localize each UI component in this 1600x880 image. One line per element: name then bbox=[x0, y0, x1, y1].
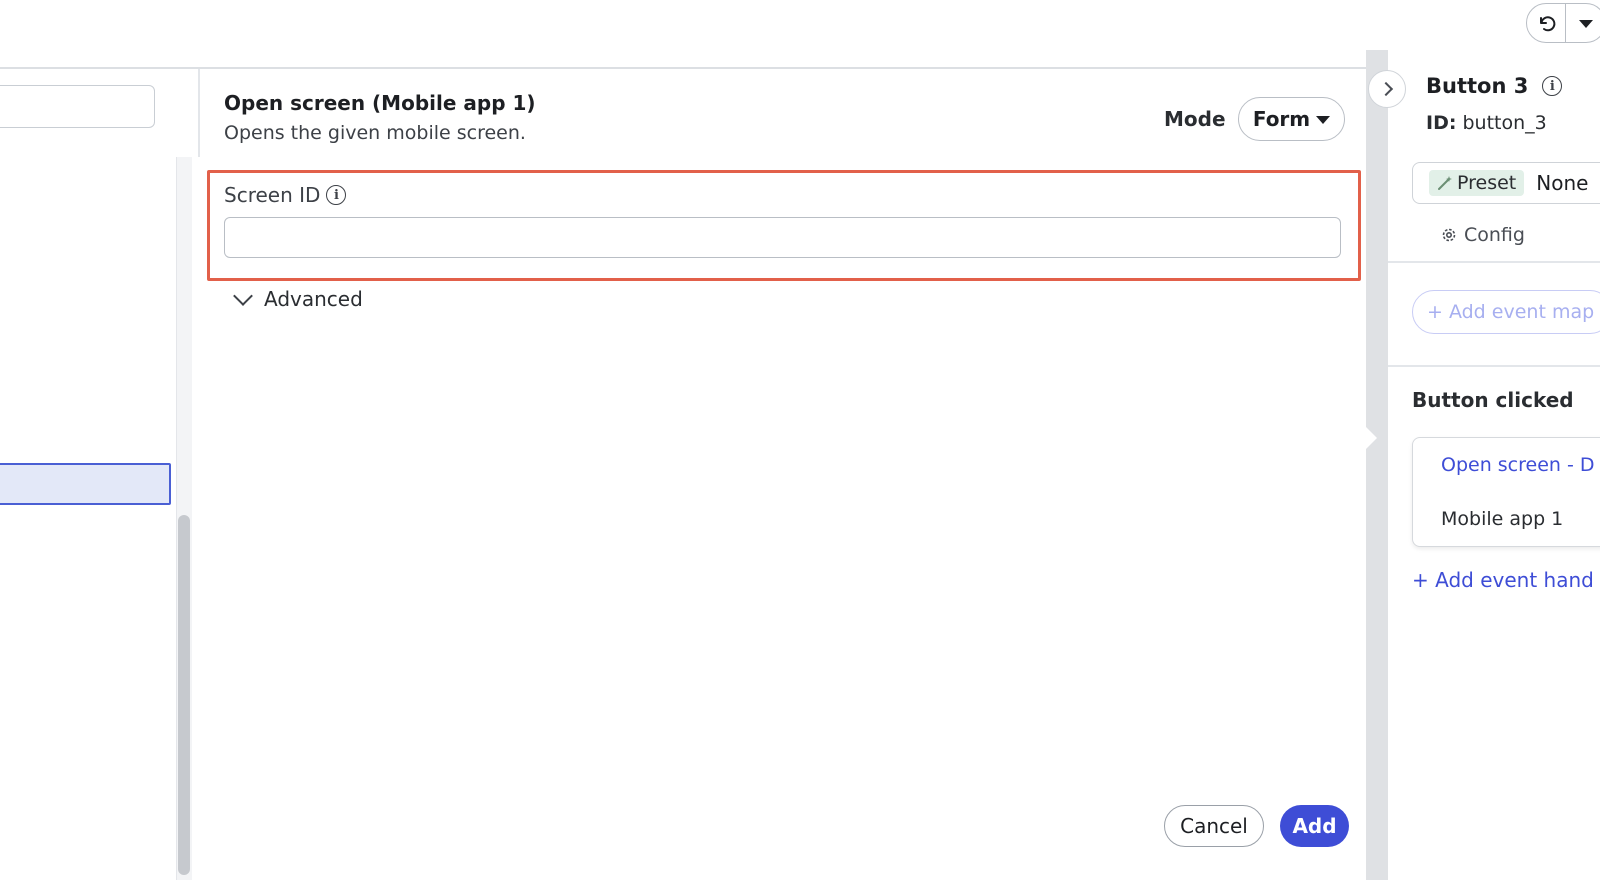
panel-gutter bbox=[1366, 50, 1388, 880]
component-id-value: button_3 bbox=[1462, 112, 1547, 134]
undo-icon[interactable] bbox=[1527, 4, 1567, 42]
advanced-label: Advanced bbox=[264, 287, 363, 311]
event-handler-card[interactable]: Open screen - D Mobile app 1 bbox=[1412, 437, 1600, 547]
component-title: Button 3 i bbox=[1426, 74, 1563, 98]
undo-menu-button[interactable] bbox=[1566, 4, 1600, 42]
caret-down-icon bbox=[1316, 116, 1331, 124]
screen-id-label-text: Screen ID bbox=[224, 183, 321, 207]
preset-label: Preset bbox=[1457, 172, 1517, 194]
add-button[interactable]: Add bbox=[1280, 805, 1349, 847]
add-event-handler-button[interactable]: + Add event hand bbox=[1412, 568, 1594, 592]
screen-id-input[interactable] bbox=[224, 217, 1341, 258]
mode-label: Mode bbox=[1164, 107, 1226, 131]
config-link[interactable]: Config bbox=[1440, 224, 1525, 246]
event-handler-subtitle: Mobile app 1 bbox=[1441, 508, 1564, 530]
info-icon[interactable]: i bbox=[326, 185, 347, 205]
dialog-header-bar bbox=[0, 0, 1366, 69]
mode-select[interactable]: Form bbox=[1238, 97, 1345, 141]
component-id: ID: button_3 bbox=[1426, 112, 1547, 134]
action-list-panel bbox=[0, 69, 200, 880]
wand-icon bbox=[1438, 176, 1452, 190]
preset-value: None bbox=[1536, 171, 1589, 195]
preset-selector[interactable]: Preset None bbox=[1412, 162, 1600, 204]
component-id-label: ID: bbox=[1426, 112, 1457, 134]
config-label: Config bbox=[1464, 224, 1525, 246]
add-event-mapping-button[interactable]: + Add event map bbox=[1412, 290, 1600, 334]
gear-icon bbox=[1442, 228, 1456, 242]
mode-select-value: Form bbox=[1252, 107, 1311, 131]
dialog-subtitle: Opens the given mobile screen. bbox=[224, 122, 526, 144]
event-section-title: Button clicked bbox=[1412, 388, 1574, 412]
caret-down-icon bbox=[1578, 20, 1593, 28]
action-search-input[interactable] bbox=[0, 85, 155, 128]
dialog-title: Open screen (Mobile app 1) bbox=[224, 91, 536, 115]
action-list bbox=[0, 157, 200, 880]
advanced-toggle[interactable]: Advanced bbox=[232, 285, 363, 311]
action-list-scrollbar-thumb[interactable] bbox=[178, 515, 190, 875]
panel-divider bbox=[1388, 261, 1600, 263]
event-handler-title[interactable]: Open screen - D bbox=[1441, 454, 1595, 476]
inspector-panel: Button 3 i ID: button_3 Preset None Conf… bbox=[1388, 50, 1600, 880]
preset-chip: Preset bbox=[1429, 170, 1525, 196]
screen-id-label: Screen ID i bbox=[224, 183, 347, 207]
chevron-right-icon bbox=[1378, 81, 1393, 97]
action-form: Open screen (Mobile app 1) Opens the giv… bbox=[202, 69, 1366, 880]
cancel-button[interactable]: Cancel bbox=[1164, 805, 1264, 847]
undo-icon-svg bbox=[1540, 16, 1556, 32]
undo-button-group[interactable] bbox=[1526, 3, 1600, 43]
action-list-item-selected[interactable] bbox=[0, 463, 171, 505]
chevron-down-icon bbox=[233, 285, 253, 306]
panel-divider bbox=[1388, 365, 1600, 367]
open-screen-dialog: Open screen (Mobile app 1) Opens the giv… bbox=[0, 0, 1366, 880]
component-name: Button 3 bbox=[1426, 74, 1529, 98]
callout-pointer bbox=[1363, 424, 1377, 452]
info-icon[interactable]: i bbox=[1542, 76, 1563, 96]
collapse-panel-button[interactable] bbox=[1368, 70, 1406, 108]
